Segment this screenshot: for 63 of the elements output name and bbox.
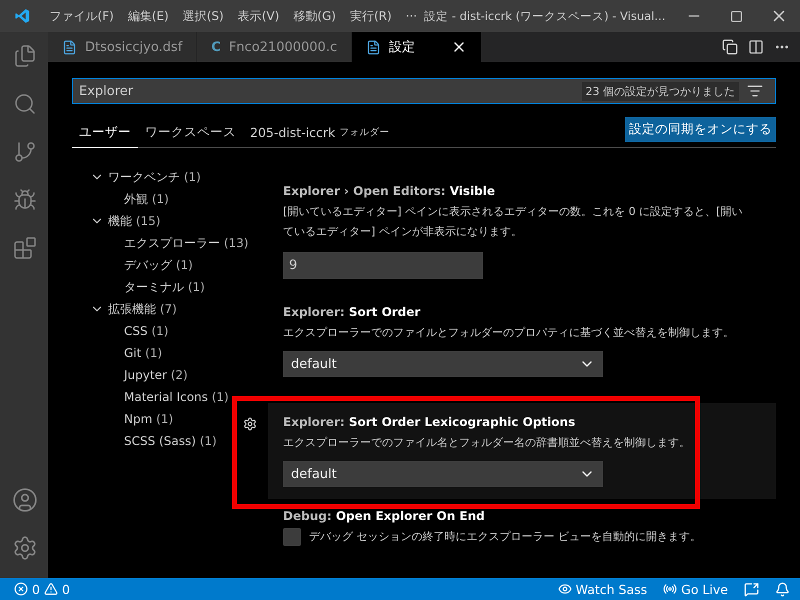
search-input[interactable]: Explorer [77,82,582,100]
scope-tab[interactable]: ユーザー [72,118,138,148]
dropdown[interactable]: default [283,461,603,487]
feedback-icon[interactable] [744,582,759,596]
status-item[interactable]: Go Live [663,582,728,596]
toc-item[interactable]: 拡張機能 (7) [90,298,177,320]
search-field[interactable]: Explorer 23 個の設定が見つかりました [72,78,776,104]
setting-description: [開いているエディター] ペインに表示されるエディターの数。これを 0 に設定すると、[開いているエディター] ペインが非表示になります。 [283,204,744,240]
c-file-icon: C [211,40,221,54]
problems-indicator[interactable]: 0 0 [14,582,70,596]
bell-icon[interactable] [775,582,790,596]
dropdown[interactable]: default [283,351,603,377]
checkbox[interactable] [283,528,301,546]
settings-gear-icon[interactable] [243,417,257,431]
result-count: 23 個の設定が見つかりました [582,82,739,100]
setting-title: Explorer: Sort Order [283,305,422,319]
toc-item[interactable]: Jupyter (2) [124,364,188,386]
editor-tab[interactable]: 設定 [352,32,482,62]
setting-title: Debug: Open Explorer On End [283,509,486,523]
toc-item[interactable]: デバッグ (1) [124,254,193,276]
setting-title: Explorer › Open Editors: Visible [283,184,496,198]
setting-description: エクスプローラーでのファイルとフォルダーのプロパティに基づく並べ替えを制御します。 [283,325,735,341]
toc-item[interactable]: エクスプローラー (13) [124,232,248,254]
menu-item[interactable]: ··· [398,9,424,23]
eye-icon [558,582,572,596]
toc-item[interactable]: Npm (1) [124,408,174,430]
app-logo-icon [14,7,31,25]
menu-item[interactable]: 実行(R) [342,8,399,24]
menu-item[interactable]: 選択(S) [176,8,231,24]
menu-item[interactable]: 編集(E) [120,8,176,24]
scope-tab[interactable]: ワークスペース [138,118,243,148]
file-icon [62,40,77,54]
maximize-icon[interactable] [730,10,744,22]
setting-description: デバッグ セッションの終了時にエクスプローラー ビューを自動的に開きます。 [309,529,701,545]
status-item[interactable]: Watch Sass [558,582,648,596]
toc-item[interactable]: Material Icons (1) [124,386,229,408]
scope-tab[interactable]: 205-dist-iccrk フォルダー [243,118,396,148]
setting-title: Explorer: Sort Order Lexicographic Options [283,415,576,429]
file-icon [366,40,382,54]
editor-tab[interactable]: Dtsosiccjyo.dsf [48,32,198,62]
menu-item[interactable]: 表示(V) [230,8,286,24]
menu-item[interactable]: 移動(G) [286,8,343,24]
clear-filter-icon[interactable] [747,83,763,99]
broadcast-icon [663,582,678,596]
sync-button[interactable]: 設定の同期をオンにする [625,117,776,142]
menu-item[interactable]: ファイル(F) [42,8,121,24]
setting-description: エクスプローラーでのファイル名とフォルダー名の辞書順並べ替えを制御します。 [283,435,691,451]
toc-item[interactable]: CSS (1) [124,320,168,342]
number-input[interactable]: 9 [283,252,483,279]
warning-icon [44,582,58,596]
toc-item[interactable]: SCSS (Sass) (1) [124,430,217,452]
warning-count: 0 [62,582,70,596]
toc-item[interactable]: ターミナル (1) [124,276,205,298]
toc-item[interactable]: 外観 (1) [124,188,169,210]
window-title: 設定 - dist-iccrk (ワークスペース) - Visual... [424,8,666,24]
toc-item[interactable]: ワークベンチ (1) [90,166,201,188]
error-count: 0 [32,582,40,596]
toc-item[interactable]: Git (1) [124,342,162,364]
open-json-icon[interactable] [722,39,738,55]
editor-tab[interactable]: C Fnco21000000.c [197,32,352,62]
toc-item[interactable]: 機能 (15) [90,210,160,232]
error-icon [14,582,28,596]
split-editor-icon[interactable] [748,39,764,55]
